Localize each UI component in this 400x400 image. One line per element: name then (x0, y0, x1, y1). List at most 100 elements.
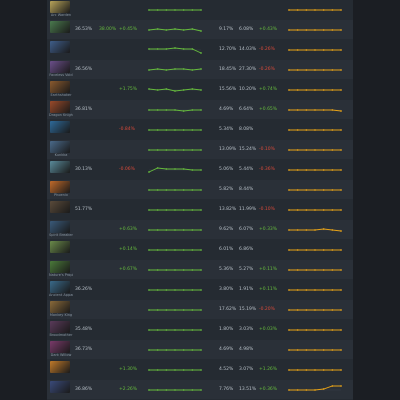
pick-rate: 36.56% (75, 67, 93, 72)
spark-point (288, 29, 290, 31)
hero-portrait[interactable] (50, 341, 70, 353)
spark-point (322, 209, 325, 211)
win-rate-change: +1.75% (119, 87, 138, 92)
win-rate-change: -0.84% (119, 127, 135, 132)
hero-row[interactable]: Broodmother 35.48% 1.80% 3.03% +0.03% (47, 320, 353, 339)
spark-point (156, 189, 159, 191)
pro-sparkline (288, 309, 342, 311)
hero-row[interactable]: Kunkka 13.09% 15.24% -0.10% (47, 140, 353, 159)
hero-portrait[interactable] (50, 281, 70, 293)
hero-portrait[interactable] (50, 1, 70, 13)
pro-pick-rate: 3.80% (219, 287, 234, 292)
spark-point (165, 69, 168, 71)
pro-pick-rate: 7.76% (219, 387, 234, 392)
hero-portrait[interactable] (50, 161, 70, 173)
spark-point (148, 309, 150, 311)
spark-point (296, 49, 299, 51)
hero-portrait[interactable] (50, 321, 70, 333)
spark-point (174, 68, 176, 70)
pro-rate-change: +0.03% (259, 327, 278, 332)
hero-row[interactable]: Faceless Void 36.56% 18.45% 27.30% -0.26% (47, 60, 353, 79)
winrate-sparkline (148, 309, 202, 311)
spark-point (174, 269, 176, 271)
hero-portrait[interactable] (50, 61, 70, 73)
spark-point (148, 88, 150, 90)
spark-point (182, 29, 185, 31)
hero-portrait[interactable] (50, 221, 70, 233)
hero-portrait[interactable] (50, 121, 70, 133)
hero-row[interactable]: Arc Warden (47, 0, 353, 19)
spark-point (200, 149, 202, 151)
spark-point (296, 169, 299, 171)
spark-point (165, 88, 168, 90)
spark-point (156, 129, 159, 131)
spark-point (340, 129, 342, 131)
spark-point (331, 209, 334, 211)
hero-row[interactable]: -0.84% 5.34% 8.08% (47, 120, 353, 139)
spark-point (182, 9, 185, 11)
spark-point (182, 189, 185, 191)
spark-point (296, 249, 299, 251)
spark-point (314, 329, 316, 331)
spark-point (200, 269, 202, 271)
spark-point (165, 29, 168, 31)
hero-row[interactable]: +0.14% 6.01% 6.86% (47, 240, 353, 259)
hero-row[interactable]: Dragon Knight 36.81% 4.69% 6.64% +0.65% (47, 100, 353, 119)
spark-point (288, 369, 290, 371)
hero-row[interactable]: 12.70% 14.03% -0.26% (47, 40, 353, 59)
spark-point (322, 369, 325, 371)
spark-point (331, 89, 334, 91)
pick-rate: 36.81% (75, 107, 93, 112)
hero-row[interactable]: Spirit Breaker +0.63% 9.62% 6.07% +0.33% (47, 220, 353, 239)
spark-point (331, 189, 334, 191)
spark-point (288, 289, 290, 291)
hero-row[interactable]: Nature's Prophet +0.67% 5.36% 5.27% +0.11% (47, 260, 353, 279)
spark-point (340, 9, 342, 11)
hero-row[interactable]: Phoenix 5.82% 8.44% (47, 180, 353, 199)
hero-row[interactable]: Dark Willow 36.73% 4.69% 4.98% (47, 340, 353, 359)
spark-point (305, 289, 308, 291)
spark-point (314, 89, 316, 91)
spark-point (200, 189, 202, 191)
winrate-sparkline (148, 289, 202, 291)
hero-portrait[interactable] (50, 381, 70, 393)
winrate-sparkline (148, 389, 202, 391)
spark-point (182, 309, 185, 311)
pro-pick-rate: 6.01% (219, 247, 234, 252)
hero-portrait[interactable] (50, 261, 70, 273)
hero-portrait[interactable] (50, 141, 70, 153)
hero-portrait[interactable] (50, 181, 70, 193)
hero-row[interactable]: Ancient Apparition36.26% 3.80% 1.91% +0.11% (47, 280, 353, 299)
spark-point (296, 149, 299, 151)
spark-point (296, 329, 299, 331)
hero-row[interactable]: 36.86% +2.26% 7.76% 13.51% +0.36% (47, 380, 353, 399)
winrate-sparkline (148, 28, 202, 32)
spark-point (174, 28, 176, 30)
hero-portrait[interactable] (50, 361, 70, 373)
hero-portrait[interactable] (50, 101, 70, 113)
hero-portrait[interactable] (50, 21, 70, 33)
hero-row[interactable]: 51.77% 13.82% 11.99% -0.10% (47, 200, 353, 219)
hero-name: Ancient Apparition (49, 293, 73, 297)
hero-portrait[interactable] (50, 241, 70, 253)
hero-row[interactable]: Monkey King 17.62% 15.19% -0.20% (47, 300, 353, 319)
hero-name: Earthshaker (50, 93, 72, 97)
hero-row[interactable]: Earthshaker +1.75% 15.56% 10.20% +0.74% (47, 80, 353, 99)
spark-point (182, 89, 185, 91)
spark-point (331, 129, 334, 131)
spark-point (314, 9, 316, 11)
spark-point (314, 129, 316, 131)
spark-point (165, 289, 168, 291)
hero-portrait[interactable] (50, 81, 70, 93)
pro-rate-change: -0.36% (259, 167, 275, 172)
spark-point (165, 129, 168, 131)
hero-row[interactable]: 36.53% 38.00% +0.45% 9.17% 6.08% +0.43% (47, 20, 353, 39)
hero-row[interactable]: 30.13% -0.06% 5.06% 5.44% -0.36% (47, 160, 353, 179)
spark-point (305, 9, 308, 11)
hero-portrait[interactable] (50, 301, 70, 313)
hero-row[interactable]: +1.30% 4.52% 3.07% +1.26% (47, 360, 353, 379)
spark-point (174, 129, 176, 131)
hero-portrait[interactable] (50, 201, 70, 213)
hero-portrait[interactable] (50, 41, 70, 53)
winrate-sparkline (148, 189, 202, 191)
